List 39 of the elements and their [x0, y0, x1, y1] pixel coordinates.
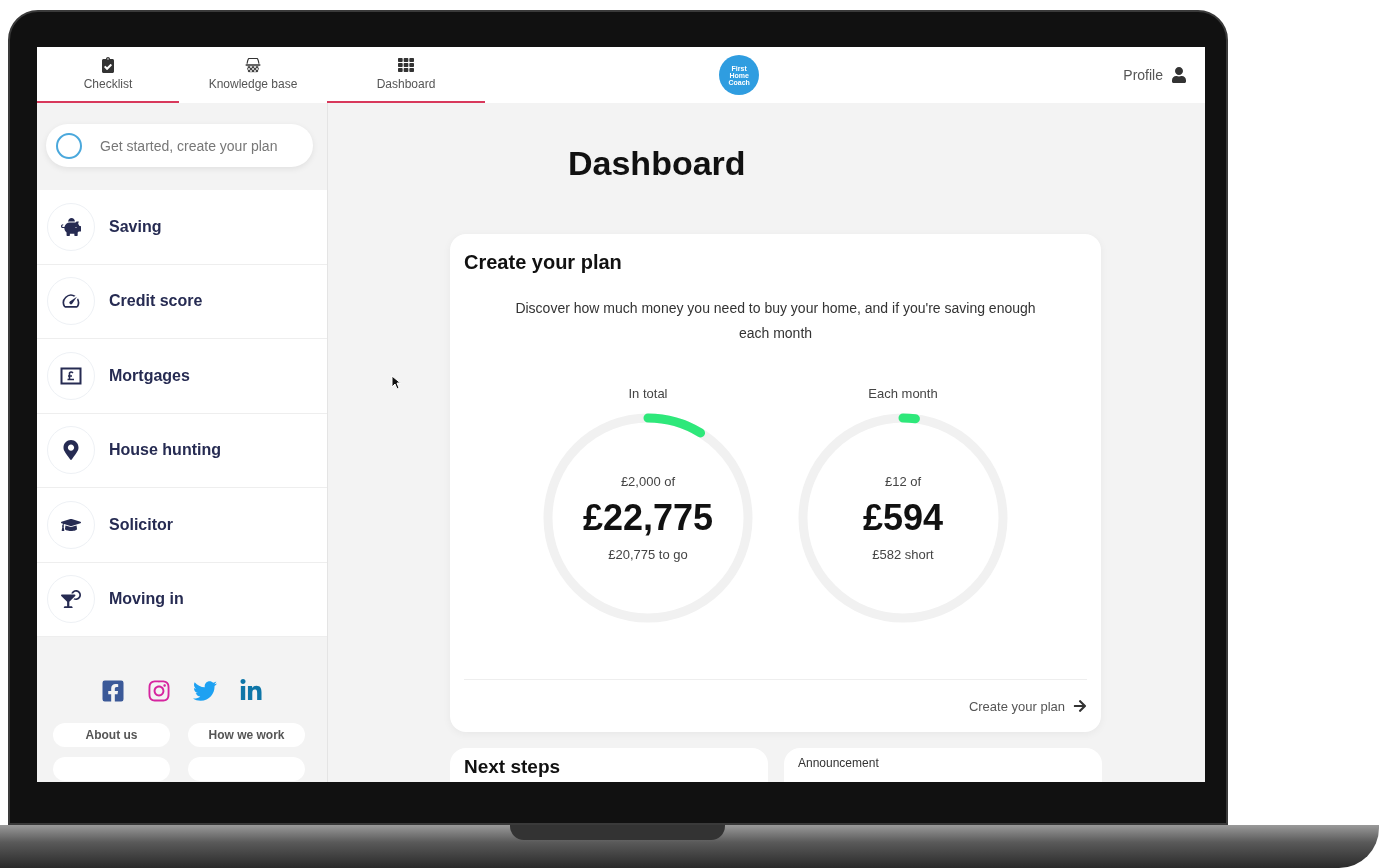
- piggy-bank-icon: [61, 216, 81, 237]
- circle-icon: [56, 132, 82, 159]
- ring-note: £20,775 to go: [608, 547, 688, 562]
- ring-saved: £12 of: [884, 474, 922, 489]
- footer-link[interactable]: How we work: [188, 723, 305, 747]
- sidebar-item[interactable]: Credit score: [37, 264, 327, 339]
- ring-caption: In total: [628, 386, 668, 401]
- banknote-icon: [60, 366, 82, 385]
- ring-amount: £594: [862, 497, 944, 539]
- arrow-right-icon: [1073, 699, 1087, 713]
- grid-icon: [398, 57, 414, 73]
- basket-icon: [245, 57, 261, 73]
- facebook-icon[interactable]: [101, 679, 125, 703]
- create-plan-link[interactable]: Create your plan: [968, 698, 1087, 714]
- sidebar-item[interactable]: Saving: [37, 190, 327, 265]
- card-title: Create your plan: [464, 251, 623, 274]
- twitter-icon[interactable]: [193, 679, 217, 703]
- sidebar-item[interactable]: Mortgages: [37, 339, 327, 414]
- ring-amount: £22,775: [582, 497, 714, 539]
- user-icon: [1171, 67, 1187, 83]
- ring-saved: £2,000 of: [620, 474, 676, 489]
- sidebar-item[interactable]: House hunting: [37, 413, 327, 488]
- card-heading: Next steps: [464, 756, 562, 778]
- card-description: Discover how much money you need to buy your home, and if you're saving enough each month: [514, 299, 1037, 343]
- get-started-button[interactable]: Get started, create your plan: [46, 124, 313, 167]
- footer-link[interactable]: About us: [53, 723, 170, 747]
- clipboard-icon: [100, 57, 116, 73]
- ring-note: £582 short: [872, 547, 934, 562]
- sidebar-item[interactable]: Moving in: [37, 562, 327, 637]
- map-pin-icon: [61, 440, 81, 461]
- instagram-icon[interactable]: [147, 679, 171, 703]
- sidebar-item[interactable]: Solicitor: [37, 488, 327, 563]
- linkedin-icon[interactable]: [239, 679, 263, 703]
- page-title: Dashboard: [568, 143, 746, 183]
- profile-button[interactable]: Profile: [1123, 47, 1205, 103]
- mouse-cursor-icon: [391, 375, 401, 390]
- ring-caption: Each month: [868, 386, 938, 401]
- cocktail-glass-icon: [61, 589, 81, 610]
- card-label: Announcement: [798, 756, 880, 770]
